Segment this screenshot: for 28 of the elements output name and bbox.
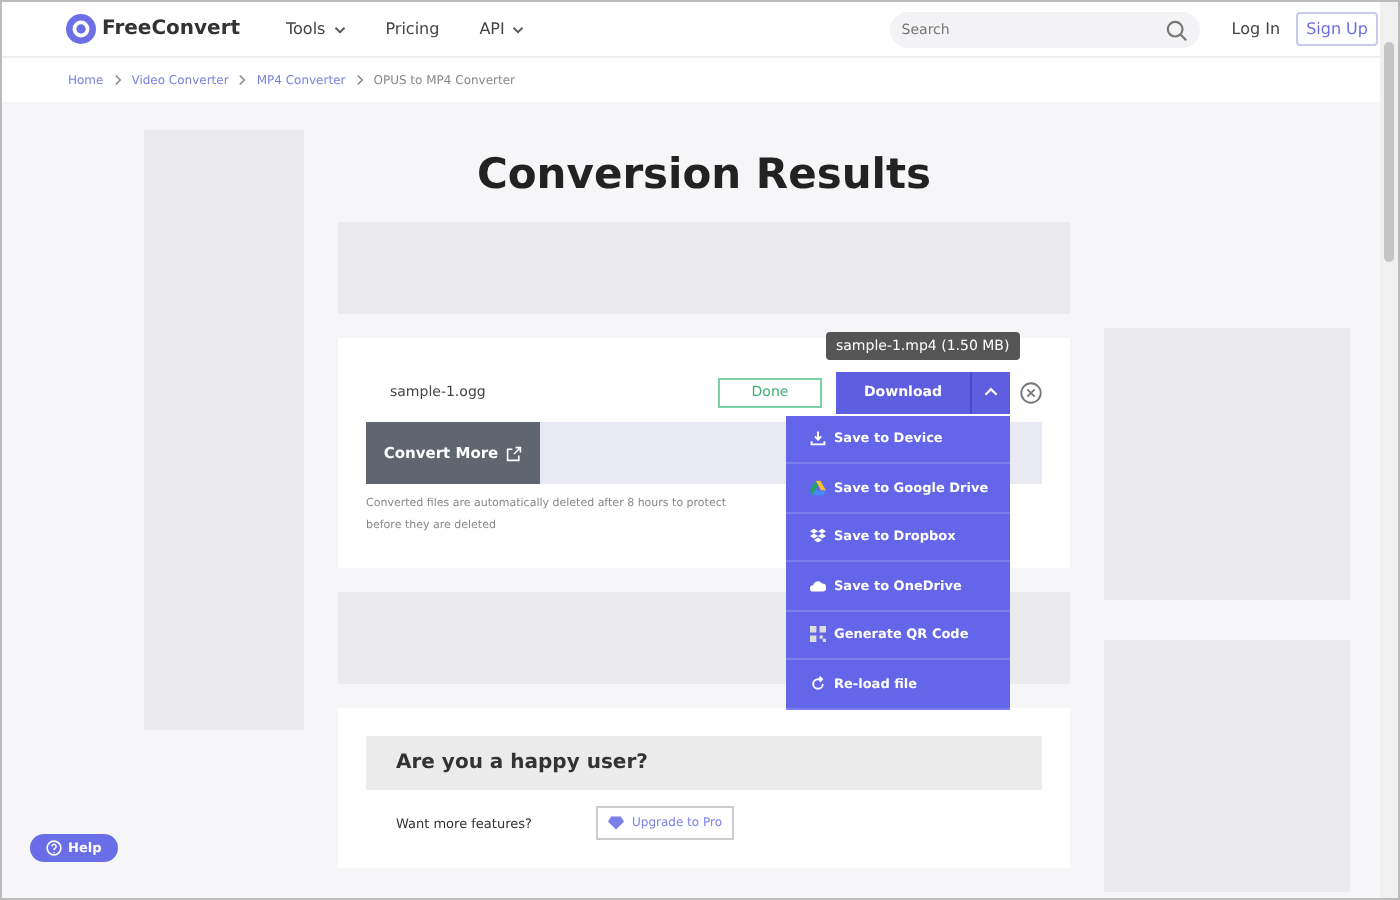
cloud-icon <box>810 579 826 592</box>
scrollbar[interactable] <box>1380 2 1398 898</box>
login-link[interactable]: Log In <box>1231 20 1281 38</box>
chevron-up-icon <box>984 386 998 398</box>
dropbox-icon <box>810 528 826 545</box>
reload-icon <box>810 675 826 692</box>
logo-icon <box>66 14 96 44</box>
chevron-right-icon <box>355 74 364 86</box>
external-link-icon <box>506 445 523 461</box>
chevron-right-icon <box>238 74 247 86</box>
search-icon <box>1165 19 1188 41</box>
triangle-icon <box>810 479 826 496</box>
chevron-right-icon <box>113 74 122 86</box>
nav-link[interactable]: API <box>479 20 525 38</box>
signup-button[interactable]: Sign Up <box>1296 12 1378 46</box>
nav-link[interactable]: Pricing <box>385 20 440 38</box>
page-title: Conversion Results <box>474 150 934 198</box>
diamond-icon <box>608 816 624 830</box>
section-heading: Are you a happy user? <box>366 736 1042 790</box>
qr-code-icon <box>810 626 826 643</box>
chevron-down-icon <box>333 25 346 33</box>
chevron-down-icon <box>512 25 525 33</box>
logo-text[interactable]: FreeConvert <box>102 18 241 40</box>
dropdown-toggle[interactable] <box>970 371 1010 413</box>
help-icon <box>46 840 62 856</box>
download-icon <box>810 430 826 447</box>
close-icon[interactable] <box>1020 381 1042 403</box>
nav-link[interactable]: Tools <box>286 20 346 38</box>
